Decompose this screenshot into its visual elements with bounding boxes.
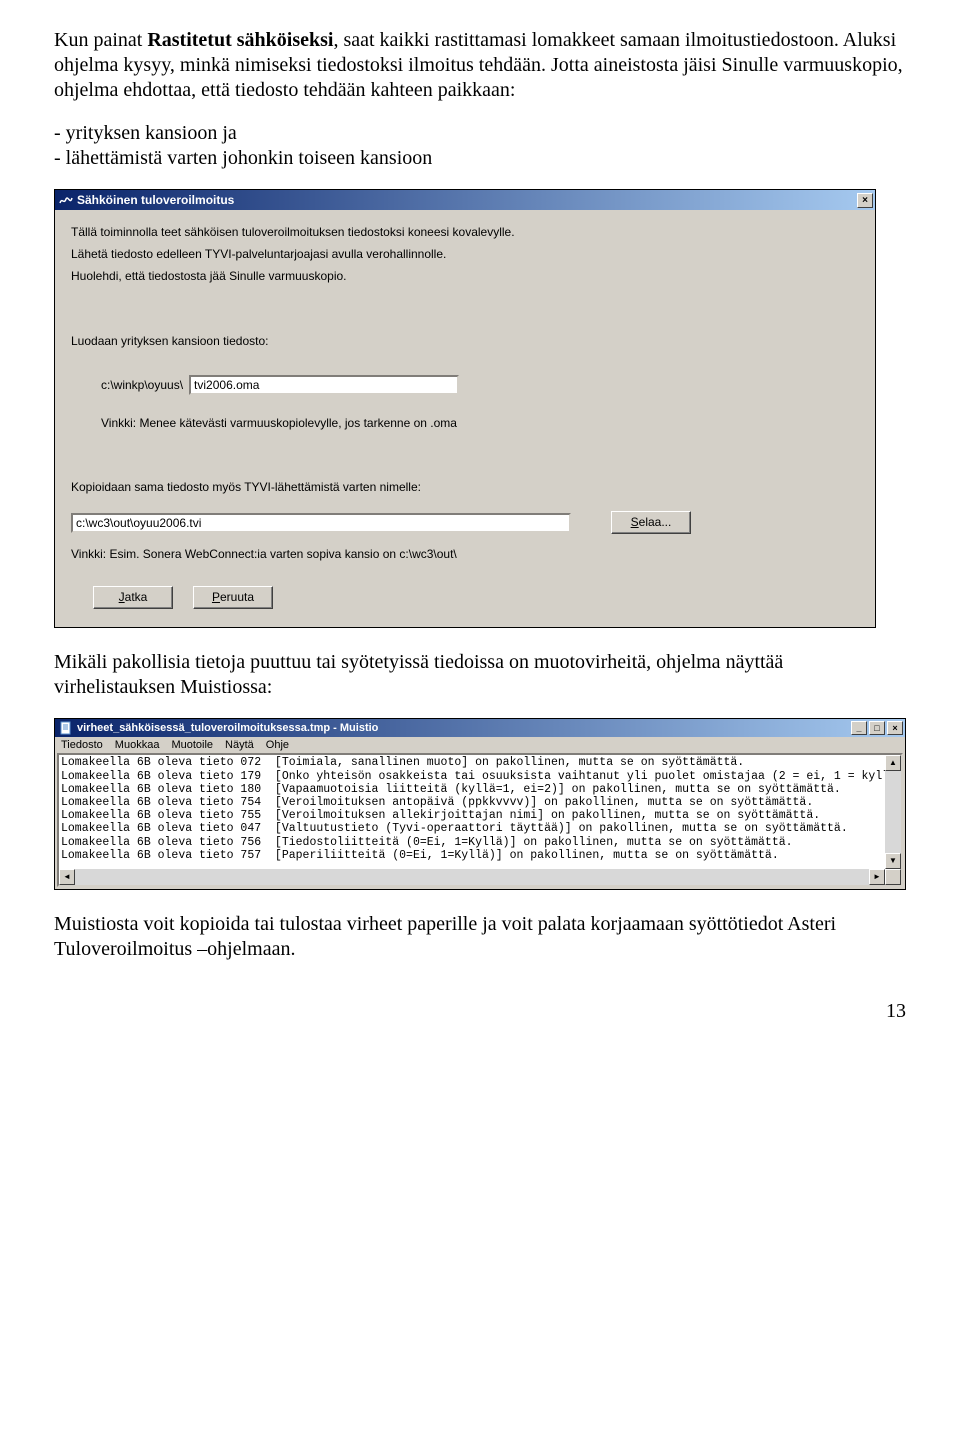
notepad-text[interactable]: Lomakeella 6B oleva tieto 072 [Toimiala,…	[59, 755, 901, 863]
hint2: Vinkki: Esim. Sonera WebConnect:ia varte…	[71, 546, 859, 562]
notepad-titlebar[interactable]: virheet_sähköisessä_tuloveroilmoituksess…	[55, 719, 905, 737]
dialog-icon	[59, 193, 73, 207]
path-prefix: c:\winkp\oyuus\	[101, 378, 183, 392]
dialog-window: Sähköinen tuloveroilmoitus × Tällä toimi…	[54, 189, 876, 628]
dialog-line2: Lähetä tiedosto edelleen TYVI-palvelunta…	[71, 246, 859, 262]
minimize-icon[interactable]: _	[851, 721, 867, 735]
scroll-right-icon[interactable]: ►	[869, 869, 885, 885]
close-icon[interactable]: ×	[887, 721, 903, 735]
scrollbar-vertical[interactable]: ▲ ▼	[885, 755, 901, 869]
outro-paragraph: Muistiosta voit kopioida tai tulostaa vi…	[54, 912, 906, 962]
intro-paragraph: Kun painat Rastitetut sähköiseksi, saat …	[54, 28, 906, 103]
label-copy: Kopioidaan sama tiedosto myös TYVI-lähet…	[71, 479, 859, 495]
dialog-body: Tällä toiminnolla teet sähköisen tulover…	[55, 210, 875, 627]
scrollbar-horizontal[interactable]: ◄ ►	[59, 869, 885, 885]
scroll-left-icon[interactable]: ◄	[59, 869, 75, 885]
label-create: Luodaan yrityksen kansioon tiedosto:	[71, 333, 859, 349]
hint1: Vinkki: Menee kätevästi varmuuskopiolevy…	[71, 415, 859, 431]
dialog-line3: Huolehdi, että tiedostosta jää Sinulle v…	[71, 268, 859, 284]
cancel-button[interactable]: Peruuta	[193, 586, 273, 609]
intro-bullets: yrityksen kansioon ja lähettämistä varte…	[54, 121, 906, 171]
page-number: 13	[54, 1000, 906, 1023]
menu-format[interactable]: Muotoile	[171, 739, 213, 751]
scroll-down-icon[interactable]: ▼	[885, 853, 901, 869]
notepad-menubar[interactable]: Tiedosto Muokkaa Muotoile Näytä Ohje	[55, 737, 905, 753]
bullet-2: lähettämistä varten johonkin toiseen kan…	[54, 146, 906, 171]
resize-grip-icon[interactable]	[885, 869, 901, 885]
menu-file[interactable]: Tiedosto	[61, 739, 103, 751]
dialog-line1: Tällä toiminnolla teet sähköisen tulover…	[71, 224, 859, 240]
notepad-window: virheet_sähköisessä_tuloveroilmoituksess…	[54, 718, 906, 890]
notepad-title: virheet_sähköisessä_tuloveroilmoituksess…	[77, 722, 851, 734]
intro-p1b: Rastitetut sähköiseksi	[147, 29, 333, 51]
notepad-client[interactable]: Lomakeella 6B oleva tieto 072 [Toimiala,…	[57, 753, 903, 887]
menu-view[interactable]: Näytä	[225, 739, 254, 751]
dialog-title: Sähköinen tuloveroilmoitus	[77, 193, 857, 207]
filename-input[interactable]	[189, 375, 459, 395]
maximize-icon[interactable]: □	[869, 721, 885, 735]
bullet-1: yrityksen kansioon ja	[54, 121, 906, 146]
browse-button[interactable]: Selaa...	[611, 511, 691, 534]
mid-paragraph: Mikäli pakollisia tietoja puuttuu tai sy…	[54, 650, 906, 700]
scroll-up-icon[interactable]: ▲	[885, 755, 901, 771]
menu-help[interactable]: Ohje	[266, 739, 289, 751]
menu-edit[interactable]: Muokkaa	[115, 739, 160, 751]
intro-p1a: Kun painat	[54, 29, 147, 51]
dialog-titlebar[interactable]: Sähköinen tuloveroilmoitus ×	[55, 190, 875, 210]
path2-input[interactable]	[71, 513, 571, 533]
close-icon[interactable]: ×	[857, 193, 873, 208]
notepad-icon	[59, 721, 73, 735]
continue-button[interactable]: Jatka	[93, 586, 173, 609]
